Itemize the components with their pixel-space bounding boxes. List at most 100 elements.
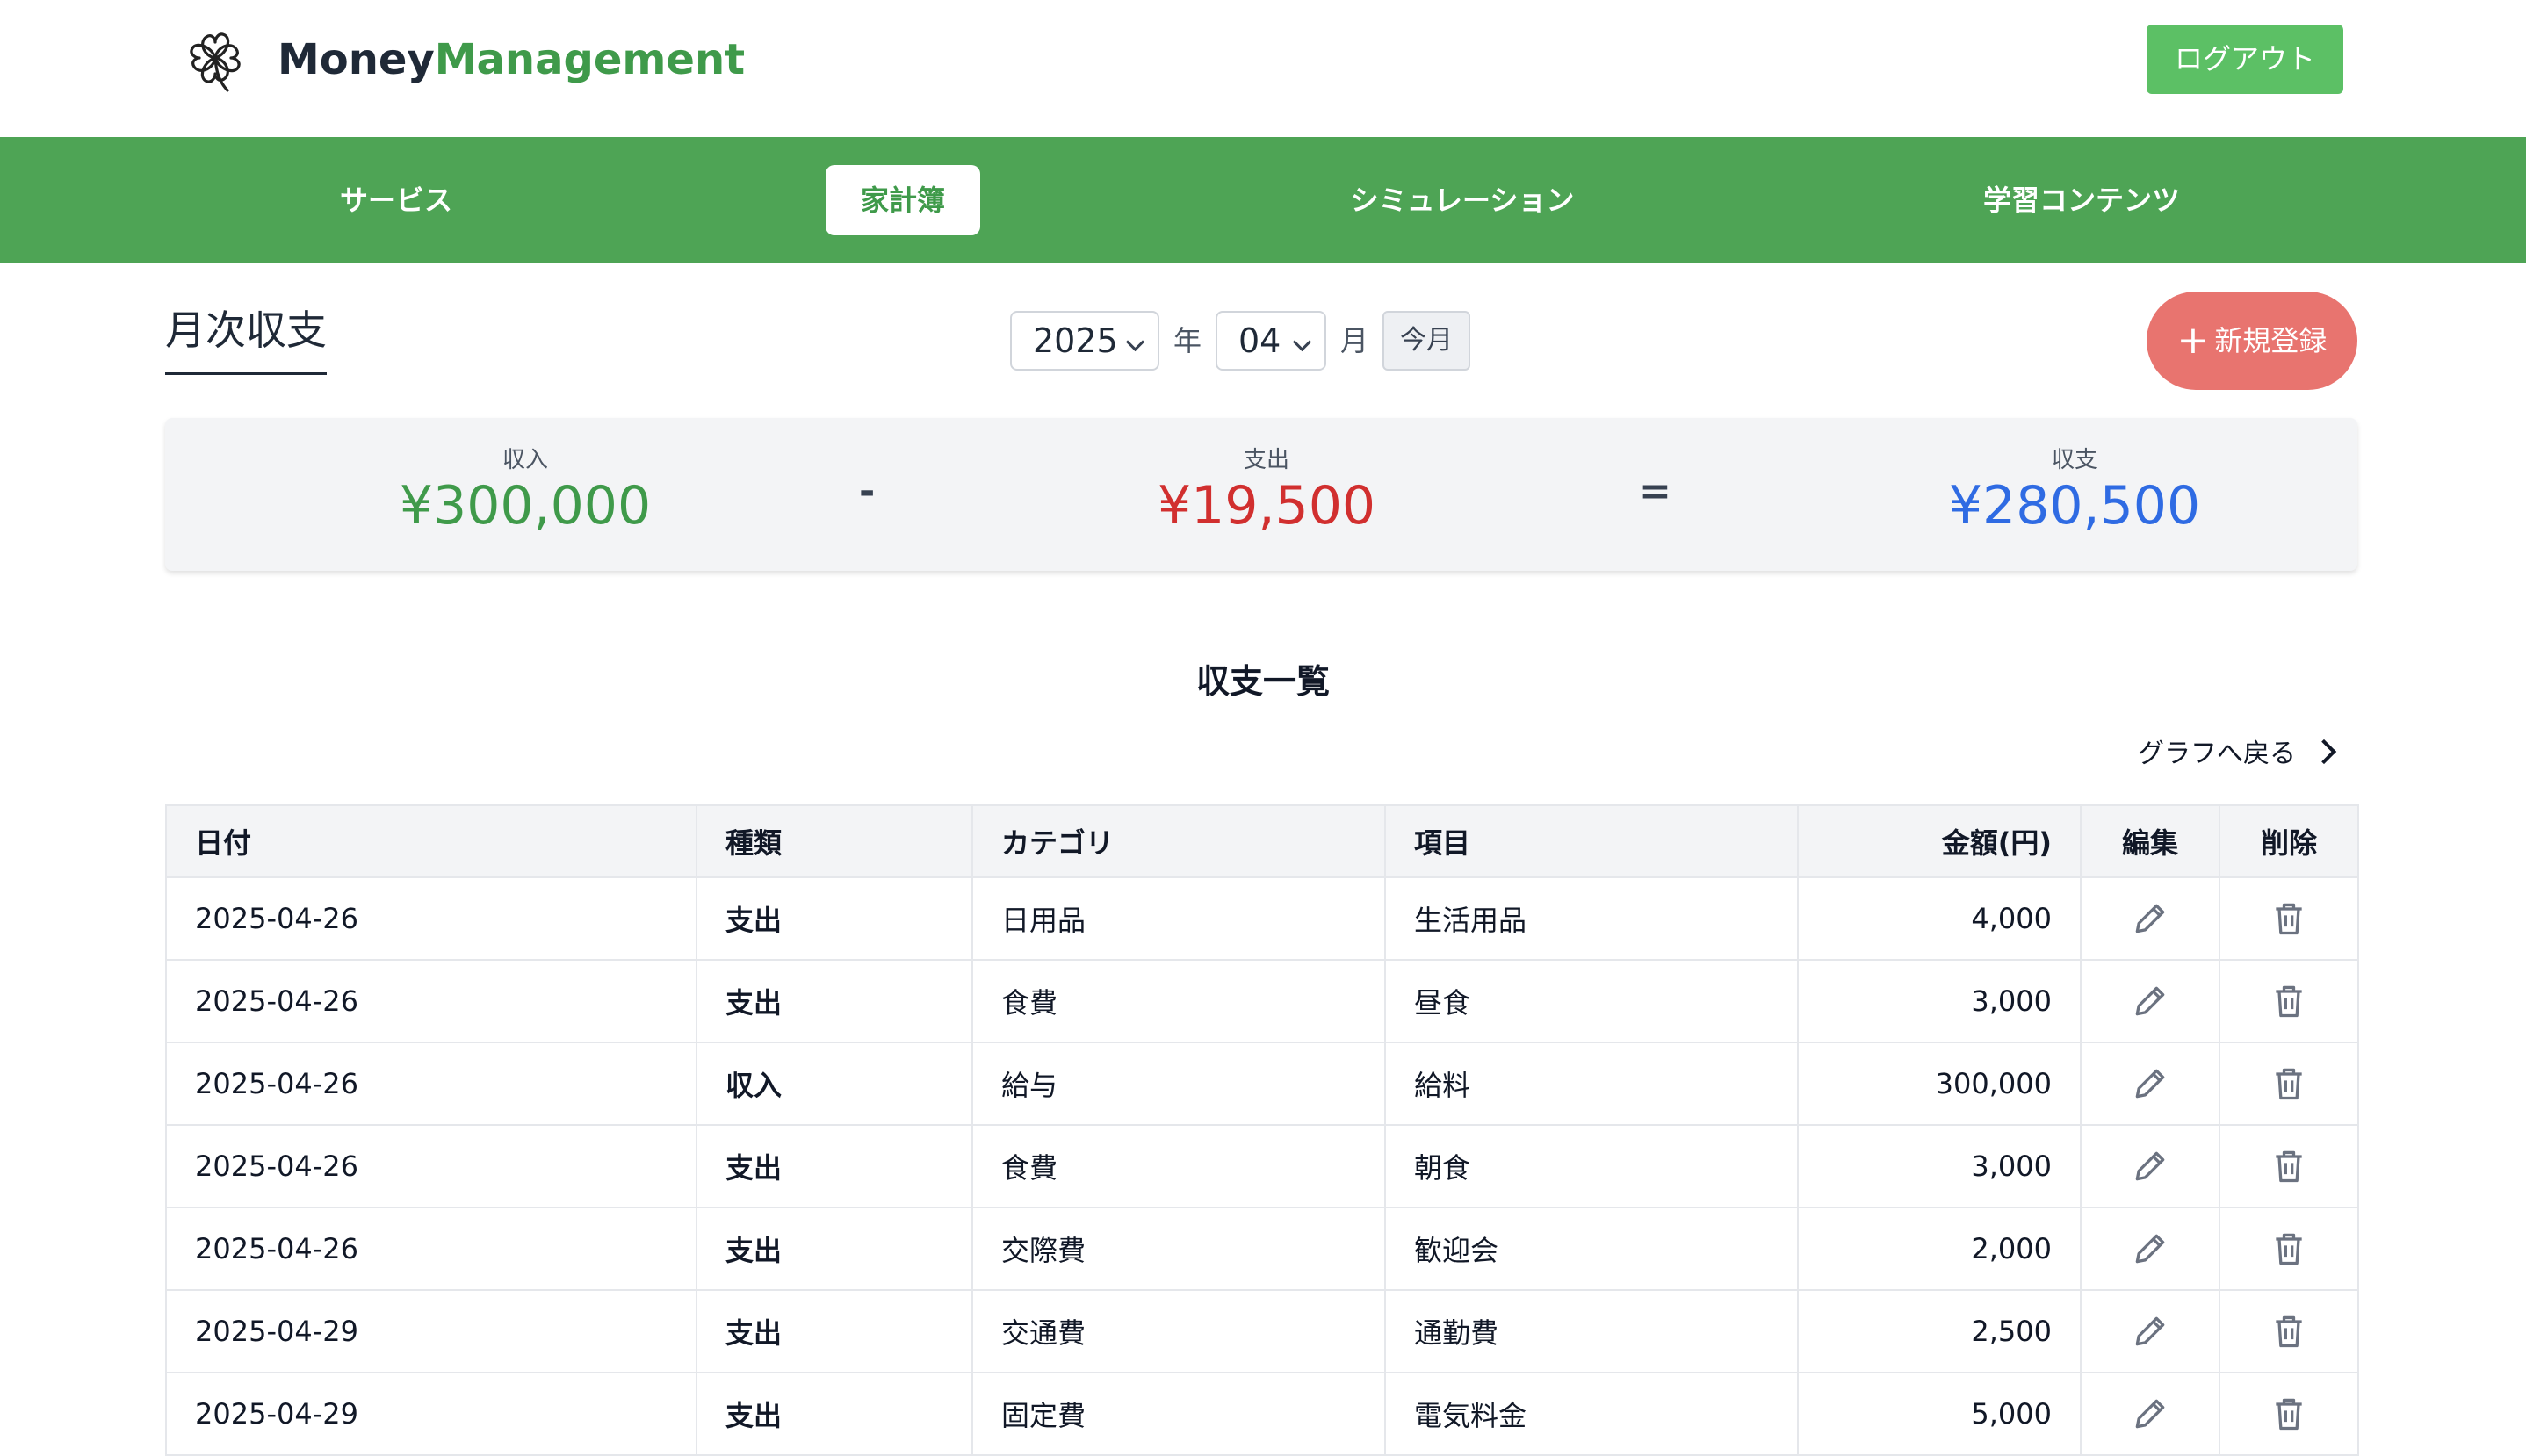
trash-icon[interactable]: [2270, 1229, 2308, 1268]
year-select-value: 2025: [1033, 321, 1118, 360]
pencil-icon[interactable]: [2131, 1229, 2169, 1268]
cell-type: 支出: [696, 1372, 973, 1456]
column-header-date: 日付: [165, 804, 697, 878]
cell-amount: 5,000: [1797, 1372, 2082, 1456]
cell-amount: 4,000: [1797, 876, 2082, 961]
balance-label: 収支: [2051, 447, 2097, 473]
cell-category: 食費: [971, 1124, 1386, 1208]
pencil-icon[interactable]: [2131, 899, 2169, 938]
cell-amount: 3,000: [1797, 1124, 2082, 1208]
cell-amount: 2,000: [1797, 1207, 2082, 1291]
plus-icon: +: [2176, 318, 2210, 363]
month-unit-label: 月: [1340, 324, 1369, 357]
cell-edit: [2080, 1372, 2220, 1456]
chevron-right-icon: [2311, 739, 2337, 764]
income-label: 収入: [502, 447, 548, 473]
nav-item-simulation[interactable]: シミュレーション: [1317, 137, 1607, 263]
cell-edit: [2080, 1124, 2220, 1208]
logout-button[interactable]: ログアウト: [2147, 25, 2343, 94]
cell-date: 2025-04-26: [165, 959, 697, 1043]
trash-icon[interactable]: [2270, 1064, 2308, 1103]
cell-amount: 3,000: [1797, 959, 2082, 1043]
cell-type: 支出: [696, 1289, 973, 1373]
cell-category: 食費: [971, 959, 1386, 1043]
month-select-value: 04: [1238, 321, 1281, 360]
cell-delete: [2219, 959, 2359, 1043]
transaction-table: 日付 種類 カテゴリ 項目 金額(円) 編集 削除 2025-04-26 支出 …: [165, 804, 2359, 1456]
pencil-icon[interactable]: [2131, 1312, 2169, 1351]
list-section-title: 収支一覧: [1195, 662, 1330, 701]
pencil-icon[interactable]: [2131, 1147, 2169, 1186]
cell-edit: [2080, 959, 2220, 1043]
balance-value: ¥280,500: [1948, 475, 2201, 537]
chevron-down-icon: [1125, 332, 1145, 352]
cell-item: 通勤費: [1384, 1289, 1799, 1373]
cell-delete: [2219, 1207, 2359, 1291]
cell-amount: 2,500: [1797, 1289, 2082, 1373]
cell-item: 朝食: [1384, 1124, 1799, 1208]
expense-label: 支出: [1243, 447, 1289, 473]
cell-item: 電気料金: [1384, 1372, 1799, 1456]
table-row: 2025-04-26 支出 食費 朝食 3,000: [165, 1124, 2359, 1208]
cell-item: 給料: [1384, 1042, 1799, 1126]
cell-type: 支出: [696, 1207, 973, 1291]
table-row: 2025-04-26 支出 食費 昼食 3,000: [165, 959, 2359, 1043]
cell-category: 日用品: [971, 876, 1386, 961]
cell-date: 2025-04-29: [165, 1289, 697, 1373]
new-entry-label: 新規登録: [2214, 324, 2328, 357]
cell-category: 交際費: [971, 1207, 1386, 1291]
this-month-button[interactable]: 今月: [1382, 311, 1470, 371]
clover-logo-icon: [190, 32, 241, 93]
trash-icon[interactable]: [2270, 982, 2308, 1020]
table-row: 2025-04-26 収入 給与 給料 300,000: [165, 1042, 2359, 1126]
pencil-icon[interactable]: [2131, 1064, 2169, 1103]
column-header-category: カテゴリ: [971, 804, 1386, 878]
nav-item-service[interactable]: サービス: [313, 137, 480, 263]
table-header-row: 日付 種類 カテゴリ 項目 金額(円) 編集 削除: [165, 804, 2359, 878]
income-value: ¥300,000: [399, 475, 652, 537]
trash-icon[interactable]: [2270, 1312, 2308, 1351]
cell-amount: 300,000: [1797, 1042, 2082, 1126]
page-title: 月次収支: [165, 302, 327, 375]
month-select[interactable]: 04: [1216, 311, 1326, 371]
cell-item: 昼食: [1384, 959, 1799, 1043]
minus-operator: -: [859, 469, 876, 514]
nav-item-learning-content[interactable]: 学習コンテンツ: [1967, 137, 2196, 263]
table-row: 2025-04-26 支出 交際費 歓迎会 2,000: [165, 1207, 2359, 1291]
monthly-summary-card: 収入 ¥300,000 - 支出 ¥19,500 = 収支 ¥280,500: [165, 418, 2357, 571]
cell-category: 固定費: [971, 1372, 1386, 1456]
trash-icon[interactable]: [2270, 899, 2308, 938]
cell-category: 交通費: [971, 1289, 1386, 1373]
cell-edit: [2080, 1289, 2220, 1373]
cell-date: 2025-04-29: [165, 1372, 697, 1456]
new-entry-button[interactable]: + 新規登録: [2147, 292, 2357, 390]
brand-name: MoneyManagement: [278, 32, 745, 88]
pencil-icon[interactable]: [2131, 982, 2169, 1020]
table-row: 2025-04-29 支出 交通費 通勤費 2,500: [165, 1289, 2359, 1373]
cell-type: 支出: [696, 959, 973, 1043]
column-header-edit: 編集: [2080, 804, 2220, 878]
back-to-graph-link[interactable]: グラフへ戻る: [2138, 732, 2337, 776]
cell-delete: [2219, 1042, 2359, 1126]
nav-item-household-ledger[interactable]: 家計簿: [826, 165, 980, 235]
main-nav: サービス 家計簿 シミュレーション 学習コンテンツ: [0, 137, 2526, 263]
cell-date: 2025-04-26: [165, 1042, 697, 1126]
cell-date: 2025-04-26: [165, 1124, 697, 1208]
table-row: 2025-04-29 支出 固定費 電気料金 5,000: [165, 1372, 2359, 1456]
cell-delete: [2219, 876, 2359, 961]
column-header-delete: 削除: [2219, 804, 2359, 878]
brand-part-management: Management: [434, 35, 746, 84]
table-row: 2025-04-26 支出 日用品 生活用品 4,000: [165, 876, 2359, 961]
year-select[interactable]: 2025: [1010, 311, 1159, 371]
cell-delete: [2219, 1289, 2359, 1373]
chevron-down-icon: [1292, 332, 1312, 352]
cell-type: 支出: [696, 1124, 973, 1208]
trash-icon[interactable]: [2270, 1395, 2308, 1433]
cell-edit: [2080, 876, 2220, 961]
table-body: 2025-04-26 支出 日用品 生活用品 4,000 2025-04-26 …: [165, 876, 2359, 1456]
cell-date: 2025-04-26: [165, 876, 697, 961]
cell-date: 2025-04-26: [165, 1207, 697, 1291]
pencil-icon[interactable]: [2131, 1395, 2169, 1433]
trash-icon[interactable]: [2270, 1147, 2308, 1186]
app-header: MoneyManagement ログアウト: [0, 0, 2526, 137]
